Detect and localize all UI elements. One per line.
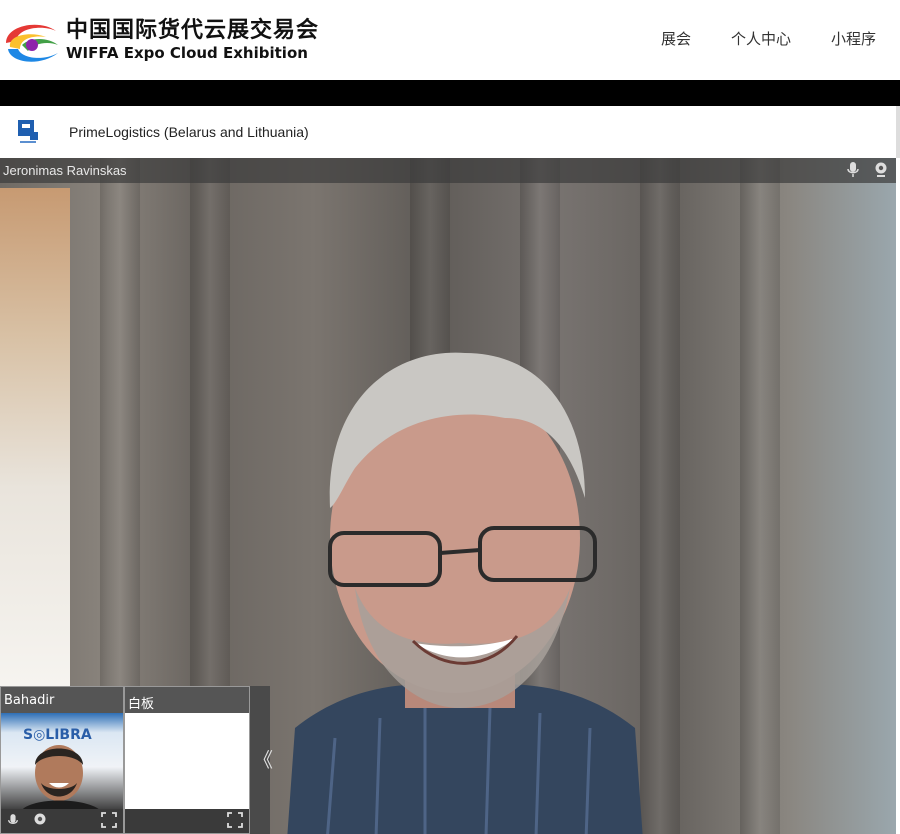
collapse-panel-button[interactable]: 《 bbox=[250, 686, 273, 834]
nav-personal-center[interactable]: 个人中心 bbox=[731, 28, 791, 49]
site-header: 中国国际货代云展交易会 WIFFA Expo Cloud Exhibition … bbox=[0, 0, 900, 80]
speaker-video-figure bbox=[287, 352, 643, 834]
nav-mini-program[interactable]: 小程序 bbox=[831, 28, 876, 49]
logo-chinese-text: 中国国际货代云展交易会 bbox=[66, 18, 320, 43]
curtain-fold bbox=[740, 158, 780, 834]
chevron-left-icon: 《 bbox=[253, 750, 273, 772]
whiteboard-label: 白板 bbox=[128, 697, 155, 712]
thumbnail-header: 白板 bbox=[125, 687, 249, 713]
participant-video: S◎LIBRA bbox=[1, 713, 123, 811]
curtain-fold bbox=[640, 158, 680, 834]
thumbnail-controls bbox=[1, 809, 123, 833]
background-window bbox=[0, 188, 70, 688]
thumbnail-controls bbox=[125, 809, 249, 833]
company-name: PrimeLogistics (Belarus and Lithuania) bbox=[69, 124, 309, 140]
video-title-bar: Jeronimas Ravinskas bbox=[0, 158, 896, 183]
fullscreen-icon[interactable] bbox=[227, 812, 243, 828]
microphone-icon[interactable] bbox=[7, 813, 19, 829]
participant-figure: S◎LIBRA bbox=[21, 727, 101, 811]
whiteboard-thumbnail[interactable]: 白板 bbox=[124, 686, 250, 834]
svg-text:S◎LIBRA: S◎LIBRA bbox=[23, 727, 92, 743]
microphone-icon[interactable] bbox=[846, 162, 860, 178]
nav-exhibition[interactable]: 展会 bbox=[661, 28, 691, 49]
camera-icon[interactable] bbox=[33, 813, 47, 829]
speaker-name: Jeronimas Ravinskas bbox=[3, 163, 127, 178]
header-divider-bar bbox=[0, 80, 900, 106]
site-logo[interactable]: 中国国际货代云展交易会 WIFFA Expo Cloud Exhibition bbox=[0, 12, 320, 70]
participant-thumbnail[interactable]: Bahadir S◎LIBRA bbox=[0, 686, 124, 834]
thumbnail-header: Bahadir bbox=[1, 687, 123, 713]
camera-icon[interactable] bbox=[874, 162, 888, 178]
company-logo-icon bbox=[18, 120, 38, 143]
wiffa-logo-icon bbox=[6, 24, 58, 62]
logo-english-text: WIFFA Expo Cloud Exhibition bbox=[66, 44, 308, 62]
fullscreen-icon[interactable] bbox=[101, 812, 117, 828]
company-bar: PrimeLogistics (Belarus and Lithuania) bbox=[0, 106, 900, 158]
participant-name: Bahadir bbox=[4, 693, 55, 708]
main-nav: 展会 个人中心 小程序 bbox=[661, 28, 876, 49]
